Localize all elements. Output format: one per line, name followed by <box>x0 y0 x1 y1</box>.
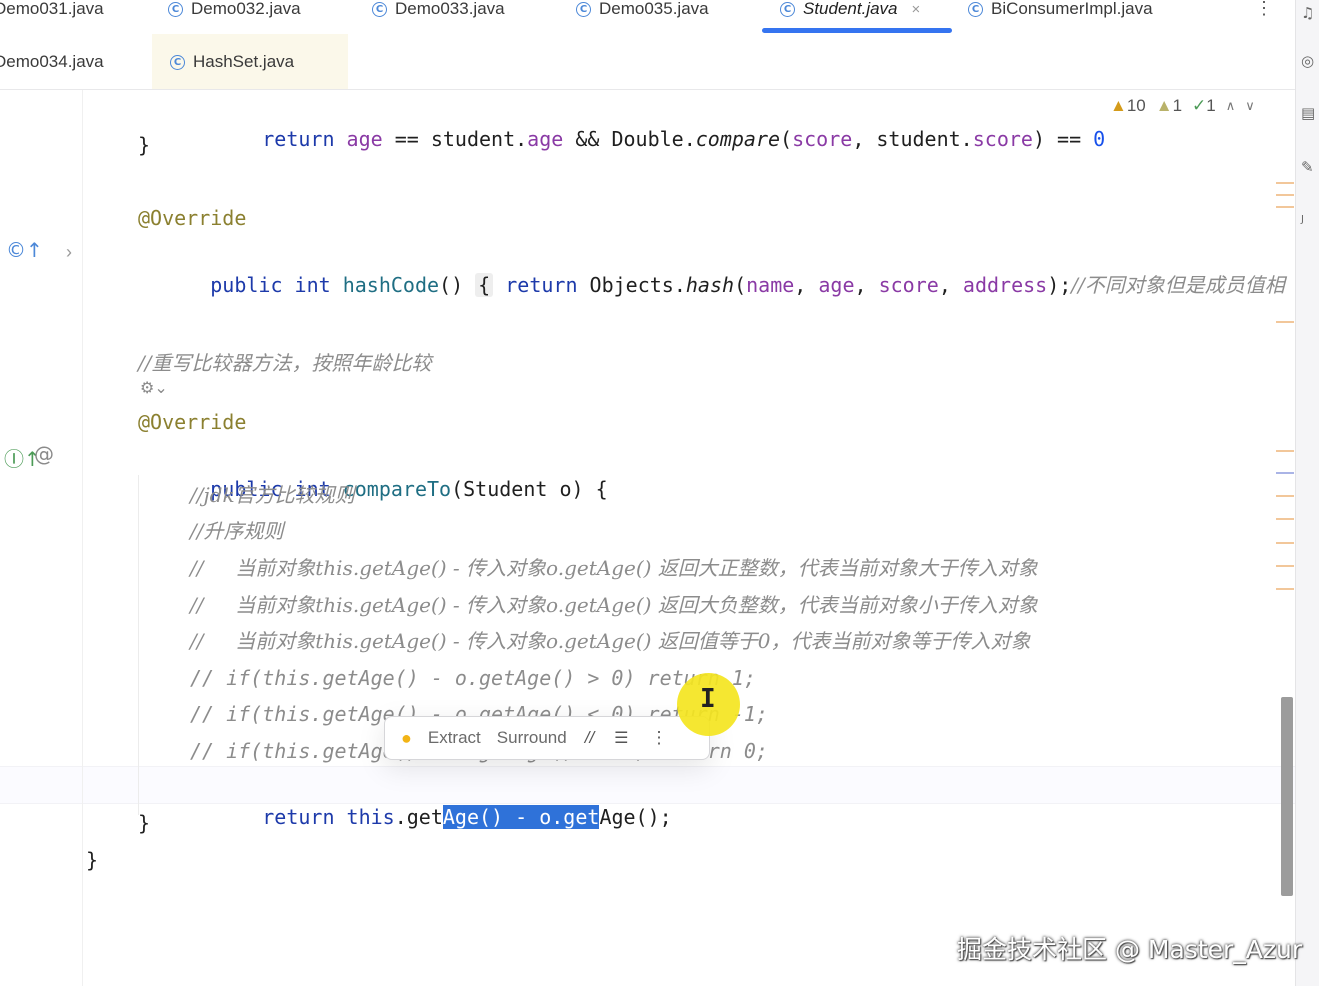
code-line: public int hashCode() { return Objects.h… <box>210 273 1285 297</box>
comment-button[interactable]: // <box>585 728 594 748</box>
class-icon: C <box>576 1 591 17</box>
tab-demo031[interactable]: Demo031.java <box>0 0 104 24</box>
marker[interactable] <box>1276 565 1294 567</box>
active-tab-indicator <box>762 28 952 33</box>
code-line: } <box>138 133 151 157</box>
comment-line: //jdk官方比较规则 <box>190 483 355 507</box>
tab-demo034[interactable]: Demo034.java <box>0 48 104 76</box>
chevron-up-icon[interactable]: ∧ <box>1226 98 1236 114</box>
context-actions-popup: ● Extract Surround // ☰ ⋮ <box>384 716 710 760</box>
annotation-line: @Override <box>138 206 247 230</box>
ai-assistant-icon[interactable]: ⚙⌄ <box>140 378 168 397</box>
tab-student[interactable]: C Student.java × <box>780 0 920 24</box>
comment-line: //重写比较器方法，按照年龄比较 <box>138 351 432 375</box>
code-line: } <box>86 848 99 872</box>
tab-label: Demo031.java <box>0 0 104 18</box>
tab-demo032[interactable]: C Demo032.java <box>168 0 301 24</box>
comment-line: // 当前对象this.getAge() - 传入对象o.getAge() 返回… <box>190 556 1038 580</box>
comment-line: // 当前对象this.getAge() - 传入对象o.getAge() 返回… <box>190 593 1038 617</box>
marker[interactable] <box>1276 472 1294 474</box>
chevron-down-icon[interactable]: ∨ <box>1245 98 1255 114</box>
inspections-widget[interactable]: ▲10 ▲1 ✓1 ∧ ∨ <box>1110 96 1255 116</box>
extract-button[interactable]: Extract <box>428 728 481 748</box>
tab-label: Student.java <box>803 0 898 18</box>
weak-warning-count[interactable]: ▲1 <box>1156 96 1182 116</box>
more-actions-button[interactable]: ⋮ <box>651 728 668 748</box>
marker[interactable] <box>1276 321 1294 323</box>
class-icon: C <box>780 1 795 17</box>
code-line: } <box>138 811 151 835</box>
tab-label: BiConsumerImpl.java <box>991 0 1153 18</box>
close-icon[interactable]: × <box>912 1 921 18</box>
comment-line: // 当前对象this.getAge() - 传入对象o.getAge() 返回… <box>190 629 1031 653</box>
code-line: public int compareTo(Student o) { <box>210 477 608 501</box>
annotation-line: @Override <box>138 410 247 434</box>
code-editor[interactable]: ©↑ › Ⓘ↑ @ return age == student.age && D… <box>0 90 1295 986</box>
text-cursor-icon: I <box>700 684 716 714</box>
notifications-icon[interactable]: ♫ <box>1301 4 1314 22</box>
class-icon: C <box>168 1 183 17</box>
comment-line: //升序规则 <box>190 519 284 543</box>
typo-count[interactable]: ✓1 <box>1192 96 1216 116</box>
tab-biconsumerimpl[interactable]: C BiConsumerImpl.java <box>968 0 1153 24</box>
comment-line: // if(this.getAge() - o.getAge() > 0) re… <box>190 666 756 690</box>
code-line-current: return this.getAge() - o.getAge(); <box>262 805 672 829</box>
tab-demo033[interactable]: C Demo033.java <box>372 0 505 24</box>
tab-label: Demo033.java <box>395 0 505 18</box>
marker[interactable] <box>1276 542 1294 544</box>
java-icon[interactable]: J <box>1301 214 1304 225</box>
class-icon: C <box>372 1 387 17</box>
marker[interactable] <box>1276 182 1294 184</box>
tab-demo035[interactable]: C Demo035.java <box>576 0 709 24</box>
weak-warning-icon: ▲ <box>1155 96 1173 115</box>
marker[interactable] <box>1276 518 1294 520</box>
marker[interactable] <box>1276 206 1294 208</box>
surround-button[interactable]: Surround <box>497 728 567 748</box>
vertical-scrollbar[interactable] <box>1281 697 1293 896</box>
reformat-icon[interactable]: ☰ <box>614 728 628 748</box>
editor-tabs-row-2: Demo034.java C HashSet.java <box>0 34 1295 90</box>
marker[interactable] <box>1276 450 1294 452</box>
more-tabs-icon[interactable]: ⋮ <box>1255 0 1273 19</box>
watermark: 掘金技术社区 @ Master_Azur <box>957 935 1303 964</box>
lightbulb-icon[interactable]: ● <box>401 728 412 749</box>
code-text: return age == student.age && Double.comp… <box>0 90 1295 986</box>
warning-icon: ▲ <box>1110 96 1127 115</box>
class-icon: C <box>968 1 983 17</box>
marker[interactable] <box>1276 588 1294 590</box>
check-icon: ✓ <box>1192 96 1207 115</box>
plugin-icon[interactable]: ✎ <box>1301 158 1314 176</box>
tab-label: Demo032.java <box>191 0 301 18</box>
ai-icon[interactable]: ◎ <box>1301 52 1314 70</box>
marker[interactable] <box>1276 495 1294 497</box>
warning-count[interactable]: ▲10 <box>1110 96 1146 116</box>
tab-label: HashSet.java <box>193 52 295 71</box>
tab-hashset[interactable]: C HashSet.java <box>170 48 294 76</box>
code-line: return age == student.age && Double.comp… <box>262 127 1106 151</box>
database-icon[interactable]: ▤ <box>1301 104 1315 122</box>
tab-label: Demo035.java <box>599 0 709 18</box>
class-icon: C <box>170 54 185 70</box>
editor-tabs-row-1: Demo031.java C Demo032.java C Demo033.ja… <box>0 0 1295 35</box>
right-tool-strip: ♫ ◎ ▤ ✎ J <box>1295 0 1319 986</box>
marker[interactable] <box>1276 194 1294 196</box>
tab-label: Demo034.java <box>0 52 104 71</box>
text-selection: Age() - o.get <box>442 805 600 829</box>
